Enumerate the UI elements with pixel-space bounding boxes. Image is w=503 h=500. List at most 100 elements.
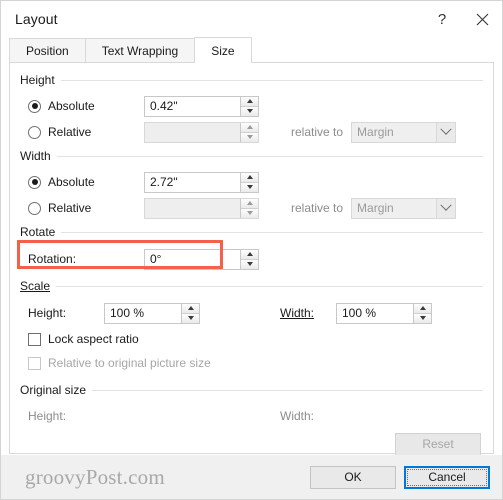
triangle-down-icon <box>419 316 426 320</box>
width-group-title: Width <box>20 149 51 163</box>
watermark: groovyPost.com <box>25 464 165 489</box>
radio-indicator-icon <box>28 175 41 189</box>
spinner-down-button[interactable] <box>414 312 431 323</box>
width-absolute-radio[interactable]: Absolute <box>28 175 144 189</box>
width-relative-input[interactable] <box>144 197 259 219</box>
width-relative-radio[interactable]: Relative <box>28 201 144 215</box>
height-absolute-input[interactable]: 0.42" <box>144 95 259 117</box>
spinner-down-button[interactable] <box>241 207 258 218</box>
checkbox-indicator-icon <box>28 332 41 346</box>
dialog-footer: groovyPost.com OK Cancel <box>1 455 502 499</box>
triangle-down-icon <box>246 211 253 215</box>
height-relative-radio[interactable]: Relative <box>28 125 144 139</box>
scale-group-title: Scale <box>20 279 51 293</box>
ok-button[interactable]: OK <box>310 465 396 489</box>
spinner-up-button[interactable] <box>241 172 258 182</box>
reset-button[interactable]: Reset <box>395 432 481 456</box>
width-absolute-label: Absolute <box>48 175 95 189</box>
scale-height-input[interactable]: 100 % <box>104 302 200 324</box>
scale-width-input[interactable]: 100 % <box>336 302 432 324</box>
width-relative-spinner[interactable] <box>240 198 258 218</box>
help-icon[interactable]: ? <box>422 2 462 36</box>
tab-size-label: Size <box>211 43 235 58</box>
height-relative-input[interactable] <box>144 121 259 143</box>
group-rule <box>61 231 483 233</box>
rotation-row: Rotation: 0° <box>28 245 483 273</box>
height-relative-to-select[interactable]: Margin <box>351 121 457 143</box>
tab-text-wrapping-label: Text Wrapping <box>101 44 179 58</box>
triangle-down-icon <box>246 185 253 189</box>
width-relative-to-select[interactable]: Margin <box>351 197 457 219</box>
chevron-down-icon[interactable] <box>436 122 456 142</box>
group-rule <box>60 79 483 81</box>
title-bar: Layout ? <box>1 1 502 37</box>
original-size-values-row: Height: Width: <box>28 403 483 429</box>
help-glyph: ? <box>437 10 447 28</box>
lock-aspect-ratio-checkbox[interactable]: Lock aspect ratio <box>28 327 483 351</box>
size-tab-panel: Height Absolute 0.42" Relative relative … <box>9 62 494 456</box>
width-relative-to-value: Margin <box>357 201 394 215</box>
height-absolute-spinner[interactable] <box>240 96 258 116</box>
height-group-header: Height <box>20 71 483 89</box>
spinner-down-button[interactable] <box>241 258 258 269</box>
rotation-spinner[interactable] <box>240 249 258 269</box>
height-group-title: Height <box>20 73 55 87</box>
width-group: Width Absolute 2.72" Relative relative t… <box>20 147 483 221</box>
rotation-input[interactable]: 0° <box>144 248 259 270</box>
chevron-down-icon[interactable] <box>436 198 456 218</box>
rotate-group-header: Rotate <box>20 223 483 241</box>
scale-values-row: Height: 100 % Width: 100 % <box>28 299 483 327</box>
width-absolute-value: 2.72" <box>150 175 178 189</box>
scale-height-label: Height: <box>28 306 67 320</box>
relative-to-original-checkbox[interactable]: Relative to original picture size <box>28 351 483 375</box>
width-relative-to-label: relative to <box>291 201 344 215</box>
chevron-glyph <box>440 199 452 211</box>
tab-position-label: Position <box>26 44 69 58</box>
original-size-group-header: Original size <box>20 381 483 399</box>
height-absolute-label: Absolute <box>48 99 95 113</box>
original-size-group: Original size Height: Width: Reset <box>20 381 483 459</box>
width-absolute-spinner[interactable] <box>240 172 258 192</box>
scale-group-header: Scale <box>20 277 483 295</box>
cancel-button[interactable]: Cancel <box>404 465 490 489</box>
height-relative-value <box>145 123 240 142</box>
triangle-up-icon <box>419 306 426 310</box>
spinner-up-button[interactable] <box>241 122 258 132</box>
spinner-down-button[interactable] <box>241 131 258 142</box>
triangle-up-icon <box>246 201 253 205</box>
ok-button-label: OK <box>344 470 362 484</box>
scale-height-spinner[interactable] <box>181 303 199 323</box>
original-size-group-title: Original size <box>20 383 87 397</box>
cancel-button-label: Cancel <box>428 470 466 484</box>
tab-position[interactable]: Position <box>9 38 86 63</box>
spinner-up-button[interactable] <box>182 303 199 313</box>
width-absolute-input[interactable]: 2.72" <box>144 171 259 193</box>
tab-size[interactable]: Size <box>194 37 252 63</box>
spinner-up-button[interactable] <box>414 303 431 313</box>
spinner-up-button[interactable] <box>241 96 258 106</box>
scale-width-label: Width: <box>280 306 315 320</box>
height-absolute-row: Absolute 0.42" <box>28 93 483 119</box>
height-absolute-radio[interactable]: Absolute <box>28 99 144 113</box>
rotate-group: Rotate Rotation: 0° <box>20 223 483 273</box>
tab-strip: Position Text Wrapping Size <box>9 37 494 63</box>
layout-dialog: Layout ? Position Text Wrapping Size Hei… <box>0 0 503 500</box>
height-relative-spinner[interactable] <box>240 122 258 142</box>
checkbox-indicator-icon <box>28 356 41 370</box>
triangle-up-icon <box>246 175 253 179</box>
spinner-down-button[interactable] <box>182 312 199 323</box>
spinner-down-button[interactable] <box>241 105 258 116</box>
width-relative-row: Relative relative to Margin <box>28 195 483 221</box>
scale-width-spinner[interactable] <box>413 303 431 323</box>
triangle-down-icon <box>246 135 253 139</box>
spinner-up-button[interactable] <box>241 198 258 208</box>
scale-width-value: 100 % <box>342 306 377 320</box>
height-relative-to-value: Margin <box>357 125 394 139</box>
triangle-up-icon <box>246 125 253 129</box>
tab-text-wrapping[interactable]: Text Wrapping <box>84 38 196 63</box>
width-relative-label: Relative <box>48 201 92 215</box>
spinner-up-button[interactable] <box>241 249 258 259</box>
close-icon[interactable] <box>462 2 502 36</box>
height-group: Height Absolute 0.42" Relative relative … <box>20 71 483 145</box>
spinner-down-button[interactable] <box>241 181 258 192</box>
